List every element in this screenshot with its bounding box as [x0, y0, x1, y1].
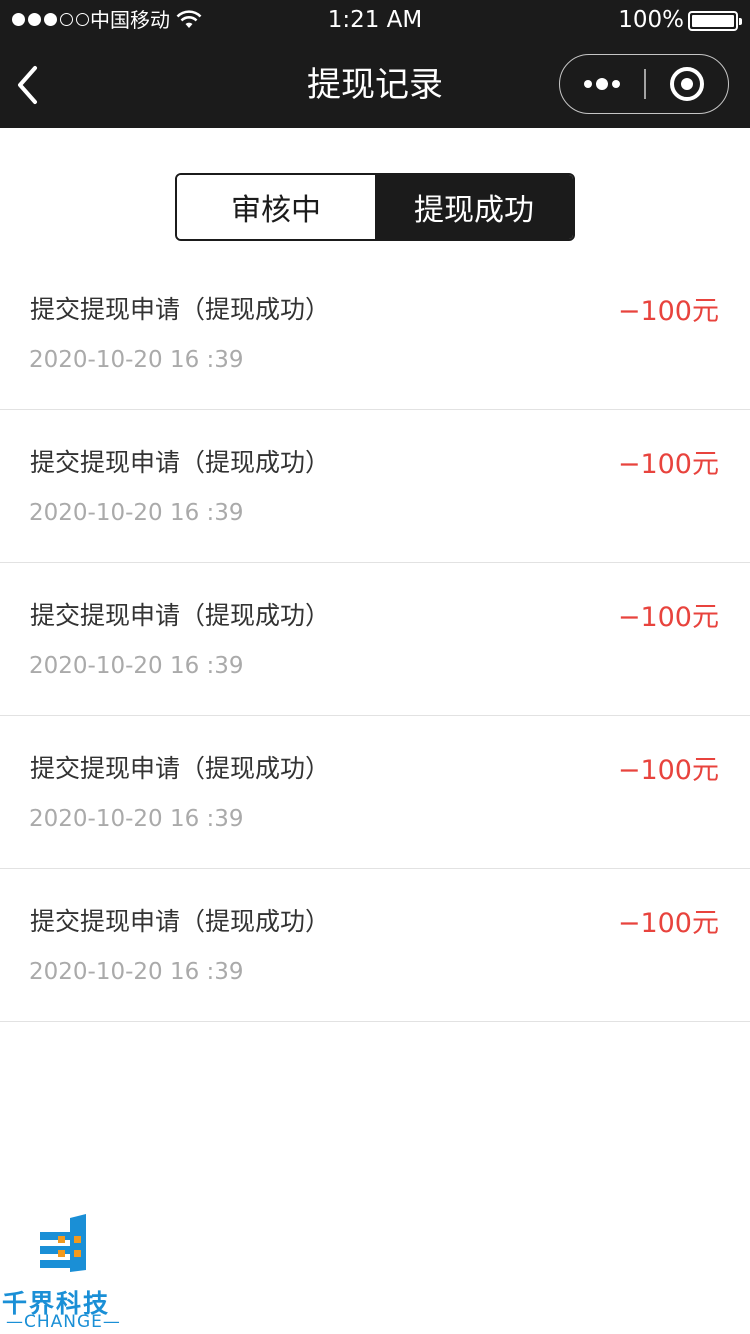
mini-program-capsule: [559, 54, 729, 114]
record-time: 2020-10-20 16 :39: [29, 347, 244, 373]
list-item[interactable]: 提交提现申请（提现成功） 2020-10-20 16 :39 −100元: [0, 410, 750, 563]
record-title: 提交提现申请（提现成功）: [30, 601, 331, 630]
battery-icon: [688, 11, 742, 31]
watermark-subtitle: —CHANGE—: [6, 1312, 121, 1332]
record-amount: −100元: [617, 908, 719, 939]
list-item[interactable]: 提交提现申请（提现成功） 2020-10-20 16 :39 −100元: [0, 257, 750, 410]
target-close-icon[interactable]: [645, 55, 729, 112]
withdraw-record-list: 提交提现申请（提现成功） 2020-10-20 16 :39 −100元 提交提…: [0, 257, 750, 1022]
record-title: 提交提现申请（提现成功）: [30, 754, 331, 783]
tab-withdraw-success[interactable]: 提现成功: [375, 175, 573, 239]
more-dots-icon[interactable]: [560, 55, 644, 112]
battery-percent: 100%: [618, 7, 684, 33]
company-logo-icon: [40, 1214, 86, 1272]
record-time: 2020-10-20 16 :39: [29, 653, 244, 679]
tab-under-review[interactable]: 审核中: [177, 175, 375, 239]
top-bar: 中国移动 1:21 AM 100% 提现记录: [0, 0, 750, 128]
record-amount: −100元: [617, 602, 719, 633]
record-title: 提交提现申请（提现成功）: [30, 907, 331, 936]
record-time: 2020-10-20 16 :39: [29, 500, 244, 526]
company-watermark: 千界科技 —CHANGE—: [0, 1214, 130, 1332]
status-tabs: 审核中 提现成功: [175, 173, 575, 241]
record-title: 提交提现申请（提现成功）: [30, 448, 331, 477]
list-item[interactable]: 提交提现申请（提现成功） 2020-10-20 16 :39 −100元: [0, 563, 750, 716]
record-amount: −100元: [617, 296, 719, 327]
status-bar: 中国移动 1:21 AM 100%: [0, 0, 750, 40]
record-time: 2020-10-20 16 :39: [29, 806, 244, 832]
record-amount: −100元: [617, 449, 719, 480]
record-time: 2020-10-20 16 :39: [29, 959, 244, 985]
record-amount: −100元: [617, 755, 719, 786]
list-item[interactable]: 提交提现申请（提现成功） 2020-10-20 16 :39 −100元: [0, 716, 750, 869]
list-item[interactable]: 提交提现申请（提现成功） 2020-10-20 16 :39 −100元: [0, 869, 750, 1022]
record-title: 提交提现申请（提现成功）: [30, 295, 331, 324]
